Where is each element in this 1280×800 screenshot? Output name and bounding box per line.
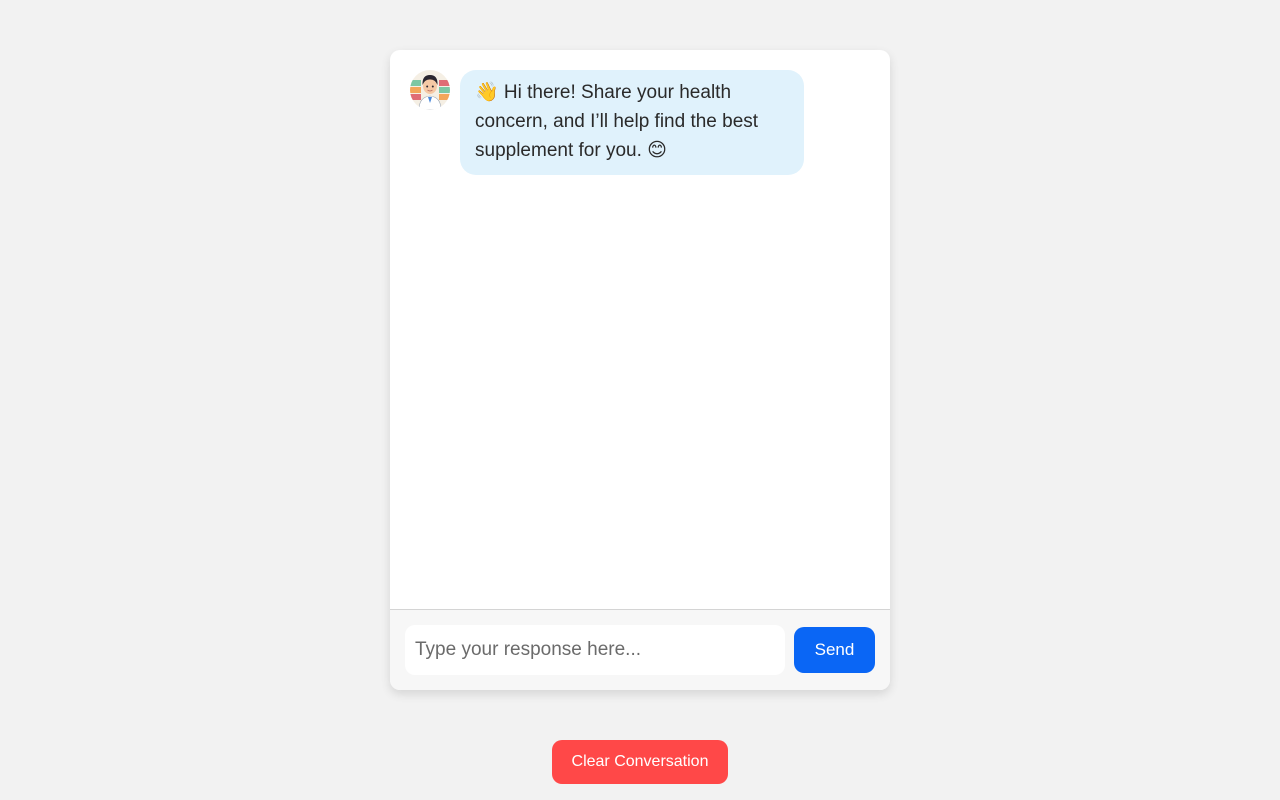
clear-conversation-button[interactable]: Clear Conversation: [552, 740, 728, 784]
send-button[interactable]: Send: [794, 627, 875, 673]
bot-message: 👋 Hi there! Share your health concern, a…: [410, 70, 804, 175]
message-list: 👋 Hi there! Share your health concern, a…: [390, 50, 890, 609]
bot-message-bubble: 👋 Hi there! Share your health concern, a…: [460, 70, 804, 175]
chat-window: 👋 Hi there! Share your health concern, a…: [390, 50, 890, 690]
pharmacist-avatar-icon: [410, 70, 450, 110]
response-input[interactable]: [405, 625, 785, 675]
input-bar: Send: [390, 609, 890, 690]
